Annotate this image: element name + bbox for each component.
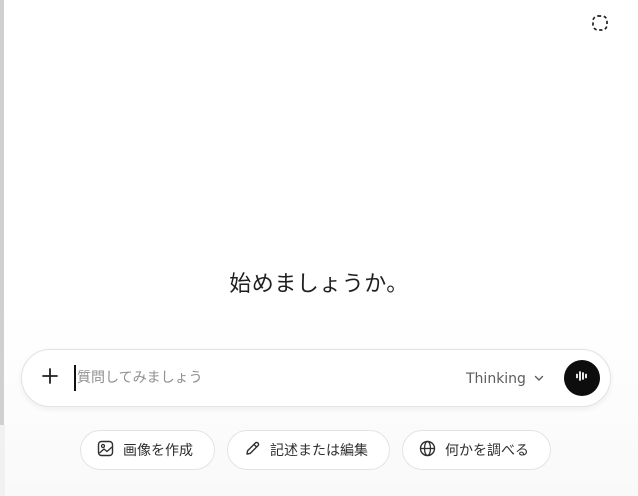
chip-label: 記述または編集 [270,443,368,459]
pencil-icon [244,440,261,461]
create-image-chip[interactable]: 画像を作成 [80,430,215,470]
composer: Thinking [21,349,611,407]
temporary-chat-button[interactable] [586,11,614,39]
image-icon [97,440,114,461]
model-label: Thinking [466,371,526,387]
chip-label: 画像を作成 [123,443,193,459]
plus-icon [41,367,59,389]
model-selector[interactable]: Thinking [466,367,544,391]
sidebar-edge [0,0,4,425]
chevron-down-icon [534,371,544,387]
page-title: 始めましょうか。 [229,272,409,297]
chip-label: 何かを調べる [445,443,529,459]
write-or-edit-chip[interactable]: 記述または編集 [227,430,390,470]
look-something-up-chip[interactable]: 何かを調べる [402,430,551,470]
voice-waveform-icon [574,368,590,388]
chat-app: 始めましょうか。 Thinking [0,0,638,496]
voice-mode-button[interactable] [564,360,600,396]
globe-icon [419,440,436,461]
prompt-input[interactable] [74,365,454,391]
dashed-circle-icon [591,14,609,36]
sidebar-edge-lower [0,425,5,496]
attach-button[interactable] [36,364,64,392]
